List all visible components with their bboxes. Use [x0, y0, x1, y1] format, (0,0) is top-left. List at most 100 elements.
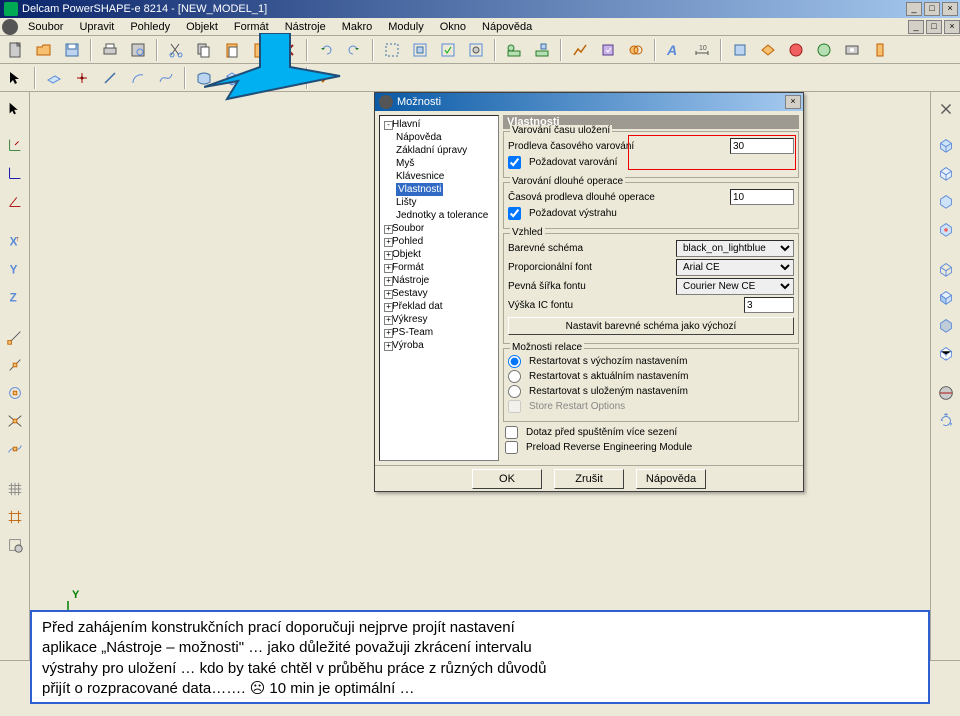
- tree-preklad[interactable]: Překlad dat: [382, 300, 496, 313]
- radio-restart-default[interactable]: [508, 355, 521, 368]
- select-fixed-font[interactable]: Courier New CE: [676, 278, 794, 295]
- tree-vykresy[interactable]: Výkresy: [382, 313, 496, 326]
- menu-objekt[interactable]: Objekt: [180, 21, 224, 33]
- dynamic-section-icon[interactable]: [933, 380, 959, 406]
- select-clear-icon[interactable]: [464, 38, 488, 62]
- checkbox-require-warning[interactable]: [508, 156, 521, 169]
- shade-hidden-icon[interactable]: [933, 340, 959, 366]
- select-all-icon[interactable]: [380, 38, 404, 62]
- cut-icon[interactable]: [164, 38, 188, 62]
- select-quick-icon[interactable]: [436, 38, 460, 62]
- dimension-icon[interactable]: 10: [690, 38, 714, 62]
- solid-icon[interactable]: [220, 66, 244, 90]
- input-icfont[interactable]: [744, 297, 794, 313]
- module-draft-icon[interactable]: [728, 38, 752, 62]
- selection-arrow-icon[interactable]: [4, 66, 28, 90]
- tree-mys[interactable]: Myš: [382, 157, 496, 170]
- module-electrode-icon[interactable]: [868, 38, 892, 62]
- help-button[interactable]: Nápověda: [636, 469, 706, 489]
- snap-mid-icon[interactable]: [2, 352, 28, 378]
- doc-minimize-button[interactable]: _: [908, 20, 924, 34]
- assembly-icon[interactable]: [276, 66, 300, 90]
- constraint-y-icon[interactable]: Y: [2, 256, 28, 282]
- close-panel-icon[interactable]: [933, 96, 959, 122]
- select-prop-font[interactable]: Arial CE: [676, 259, 794, 276]
- tree-soubor[interactable]: Soubor: [382, 222, 496, 235]
- axis-xz-icon[interactable]: [2, 188, 28, 214]
- tree-psteam[interactable]: PS-Team: [382, 326, 496, 339]
- constraint-z-icon[interactable]: Z: [2, 284, 28, 310]
- menu-pohledy[interactable]: Pohledy: [124, 21, 176, 33]
- redo-icon[interactable]: [342, 38, 366, 62]
- workplane-icon[interactable]: [42, 66, 66, 90]
- options-tree[interactable]: Hlavní Nápověda Základní úpravy Myš Kláv…: [379, 115, 499, 461]
- app-menu-icon[interactable]: [2, 19, 18, 35]
- minimize-button[interactable]: _: [906, 2, 922, 16]
- doc-close-button[interactable]: ×: [944, 20, 960, 34]
- snap-key-icon[interactable]: [2, 436, 28, 462]
- tree-listy[interactable]: Lišty: [382, 196, 496, 209]
- tree-jednotky[interactable]: Jednotky a tolerance: [382, 209, 496, 222]
- model-analysis-icon[interactable]: [568, 38, 592, 62]
- delete-icon[interactable]: [276, 38, 300, 62]
- view-iso4-icon[interactable]: [933, 216, 959, 242]
- doc-maximize-button[interactable]: □: [926, 20, 942, 34]
- grid-icon[interactable]: [2, 476, 28, 502]
- model-compare-icon[interactable]: [624, 38, 648, 62]
- ok-button[interactable]: OK: [472, 469, 542, 489]
- shade-transparent-icon[interactable]: [933, 312, 959, 338]
- axis-xy-icon[interactable]: [2, 132, 28, 158]
- print-preview-icon[interactable]: [126, 38, 150, 62]
- dialog-close-button[interactable]: ×: [785, 95, 801, 109]
- cancel-button[interactable]: Zrušit: [554, 469, 624, 489]
- snap-centre-icon[interactable]: [2, 380, 28, 406]
- view-iso3-icon[interactable]: [933, 188, 959, 214]
- view-iso1-icon[interactable]: [933, 132, 959, 158]
- tree-hlavni[interactable]: Hlavní: [382, 118, 496, 131]
- tree-nastroje[interactable]: Nástroje: [382, 274, 496, 287]
- tree-pohled[interactable]: Pohled: [382, 235, 496, 248]
- menu-format[interactable]: Formát: [228, 21, 275, 33]
- menu-napoveda[interactable]: Nápověda: [476, 21, 538, 33]
- construct-icon[interactable]: [502, 38, 526, 62]
- tree-napoveda[interactable]: Nápověda: [382, 131, 496, 144]
- feature-icon[interactable]: [248, 66, 272, 90]
- select-color-scheme[interactable]: black_on_lightblue: [676, 240, 794, 257]
- menu-moduly[interactable]: Moduly: [382, 21, 429, 33]
- module-render-icon[interactable]: [784, 38, 808, 62]
- tree-objekt[interactable]: Objekt: [382, 248, 496, 261]
- modify-icon[interactable]: [530, 38, 554, 62]
- grid-settings-icon[interactable]: [2, 532, 28, 558]
- select-box-icon[interactable]: [408, 38, 432, 62]
- grid-major-icon[interactable]: [2, 504, 28, 530]
- checkbox-preload-reveng[interactable]: [505, 441, 518, 454]
- tree-vyroba[interactable]: Výroba: [382, 339, 496, 352]
- module-assembly-icon[interactable]: [756, 38, 780, 62]
- shade-solid-icon[interactable]: [933, 284, 959, 310]
- point-icon[interactable]: [70, 66, 94, 90]
- input-longop-delay[interactable]: [730, 189, 794, 205]
- save-icon[interactable]: [60, 38, 84, 62]
- cursor-icon[interactable]: [2, 96, 28, 122]
- undo-icon[interactable]: [314, 38, 338, 62]
- tree-zakladni-upravy[interactable]: Základní úpravy: [382, 144, 496, 157]
- module-mold-icon[interactable]: [840, 38, 864, 62]
- copy-icon[interactable]: [192, 38, 216, 62]
- checkbox-require-alert[interactable]: [508, 207, 521, 220]
- open-icon[interactable]: [32, 38, 56, 62]
- module-estimate-icon[interactable]: [812, 38, 836, 62]
- close-button[interactable]: ×: [942, 2, 958, 16]
- constraint-x-icon[interactable]: X↑: [2, 228, 28, 254]
- tree-vlastnosti[interactable]: Vlastnosti: [382, 183, 496, 196]
- curve-icon[interactable]: [154, 66, 178, 90]
- print-icon[interactable]: [98, 38, 122, 62]
- rotate-view-icon[interactable]: [933, 408, 959, 434]
- paste-special-icon[interactable]: [248, 38, 272, 62]
- menu-makro[interactable]: Makro: [336, 21, 379, 33]
- model-fix-icon[interactable]: [596, 38, 620, 62]
- text-icon[interactable]: A: [662, 38, 686, 62]
- menu-okno[interactable]: Okno: [434, 21, 472, 33]
- tree-klavesnice[interactable]: Klávesnice: [382, 170, 496, 183]
- paste-icon[interactable]: [220, 38, 244, 62]
- view-iso2-icon[interactable]: [933, 160, 959, 186]
